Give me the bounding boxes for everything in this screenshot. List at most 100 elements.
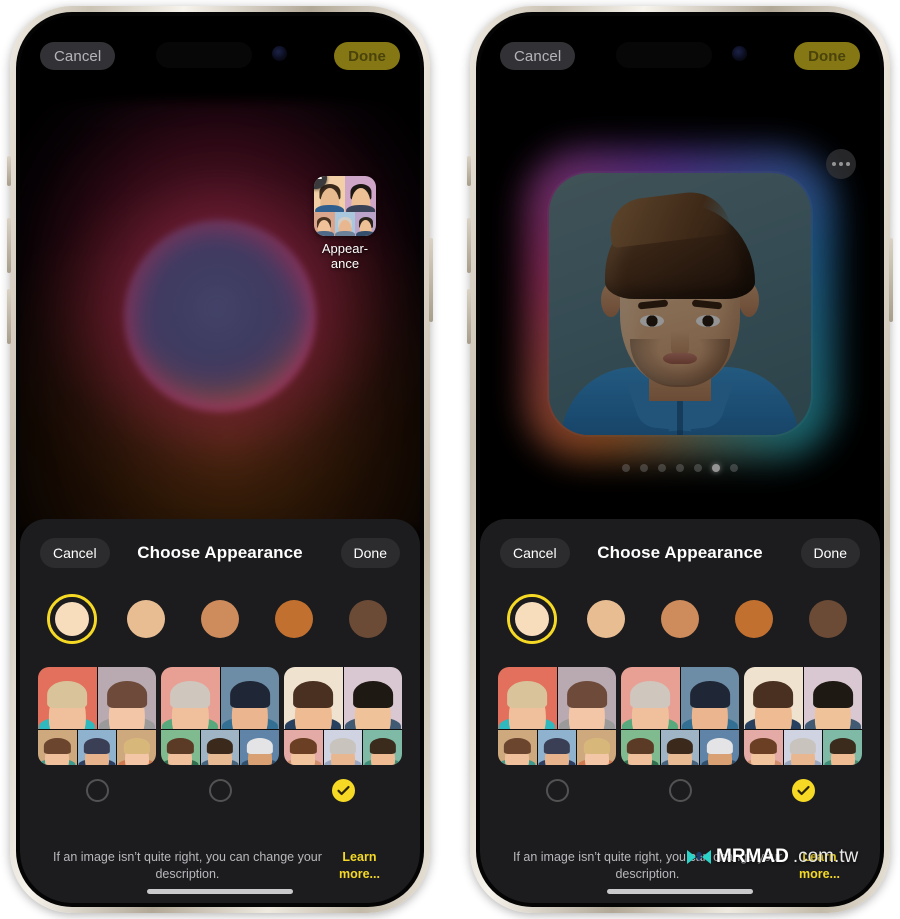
learn-more-link[interactable]: Learn more... bbox=[327, 849, 392, 883]
face-thumbnail bbox=[240, 730, 279, 765]
style-radio-3[interactable] bbox=[791, 779, 815, 802]
phone-left: Appear- ance Cancel Done Cancel Choose A… bbox=[7, 6, 433, 913]
skin-tone-swatch-3[interactable] bbox=[194, 593, 246, 645]
power-button[interactable] bbox=[889, 238, 893, 322]
chip-tile bbox=[355, 212, 376, 236]
face-thumbnail bbox=[577, 730, 616, 765]
skin-tone-swatch-4[interactable] bbox=[728, 593, 780, 645]
style-option-1[interactable] bbox=[498, 667, 616, 802]
face-thumbnail-row bbox=[498, 730, 616, 765]
style-card-row-right bbox=[494, 645, 866, 802]
sheet-cancel-button[interactable]: Cancel bbox=[500, 538, 570, 568]
face-thumbnail bbox=[744, 667, 803, 729]
footer-text: If an image isn’t quite right, you can c… bbox=[52, 850, 322, 881]
face-thumbnail-row bbox=[744, 730, 862, 765]
cancel-button-top[interactable]: Cancel bbox=[500, 42, 576, 70]
skin-tone-swatch-2[interactable] bbox=[580, 593, 632, 645]
style-option-3[interactable] bbox=[284, 667, 402, 802]
chip-tile bbox=[345, 176, 376, 212]
mrmad-logo-icon bbox=[687, 850, 711, 864]
style-option-1[interactable] bbox=[38, 667, 156, 802]
watermark: MRMAD .com.tw bbox=[686, 846, 858, 868]
volume-up-button[interactable] bbox=[7, 218, 11, 273]
style-option-2[interactable] bbox=[621, 667, 739, 802]
done-button-top[interactable]: Done bbox=[334, 42, 400, 70]
sheet-header-right: Cancel Choose Appearance Done bbox=[494, 531, 866, 575]
watermark-brand: MRMAD bbox=[716, 846, 789, 867]
face-thumbnail bbox=[744, 730, 783, 765]
front-camera-icon bbox=[732, 46, 747, 61]
face-thumbnail bbox=[621, 730, 660, 765]
face-thumbnail bbox=[700, 730, 739, 765]
face-thumbnail bbox=[38, 667, 97, 729]
style-radio-2[interactable] bbox=[208, 779, 232, 802]
style-option-3[interactable] bbox=[744, 667, 862, 802]
skin-tone-swatch-5[interactable] bbox=[802, 593, 854, 645]
face-thumbnail bbox=[498, 730, 537, 765]
cancel-button-top[interactable]: Cancel bbox=[40, 42, 116, 70]
power-button[interactable] bbox=[429, 238, 433, 322]
volume-down-button[interactable] bbox=[7, 289, 11, 344]
style-radio-2[interactable] bbox=[668, 779, 692, 802]
skin-tone-swatch-1[interactable] bbox=[46, 593, 98, 645]
choose-appearance-sheet-left: Cancel Choose Appearance Done If an imag… bbox=[20, 519, 420, 903]
face-thumbnail-row bbox=[38, 730, 156, 765]
dynamic-island bbox=[156, 42, 252, 68]
topbar-right: Cancel Done bbox=[480, 16, 880, 102]
face-thumbnail bbox=[161, 667, 220, 729]
chip-tile bbox=[334, 212, 356, 236]
watermark-suffix: .com.tw bbox=[792, 846, 859, 867]
face-thumbnail bbox=[161, 730, 200, 765]
style-card-thumbnails bbox=[284, 667, 402, 765]
face-thumbnail-row bbox=[621, 730, 739, 765]
screenshot-root: Appear- ance Cancel Done Cancel Choose A… bbox=[0, 0, 900, 919]
phone-right: Cancel Done Cancel Choose Appearance Don… bbox=[467, 6, 893, 913]
style-radio-1[interactable] bbox=[545, 779, 569, 802]
appearance-chip[interactable]: Appear- ance bbox=[312, 176, 378, 271]
skin-tone-swatch-5[interactable] bbox=[342, 593, 394, 645]
style-radio-3[interactable] bbox=[331, 779, 355, 802]
silent-switch[interactable] bbox=[467, 156, 471, 186]
chip-label-line1: Appear- bbox=[321, 241, 369, 256]
face-thumbnail bbox=[323, 730, 363, 765]
silent-switch[interactable] bbox=[7, 156, 11, 186]
face-thumbnail bbox=[77, 730, 117, 765]
style-card-thumbnails bbox=[38, 667, 156, 765]
face-thumbnail bbox=[680, 667, 739, 729]
volume-up-button[interactable] bbox=[467, 218, 471, 273]
skin-tone-swatch-1[interactable] bbox=[506, 593, 558, 645]
style-radio-1[interactable] bbox=[85, 779, 109, 802]
face-thumbnail bbox=[783, 730, 823, 765]
sheet-title: Choose Appearance bbox=[137, 543, 303, 562]
home-indicator[interactable] bbox=[147, 889, 293, 894]
home-indicator[interactable] bbox=[607, 889, 753, 894]
face-thumbnail bbox=[343, 667, 402, 729]
face-thumbnail bbox=[823, 730, 862, 765]
front-camera-icon bbox=[272, 46, 287, 61]
skin-tone-swatch-3[interactable] bbox=[654, 593, 706, 645]
sheet-cancel-button[interactable]: Cancel bbox=[40, 538, 110, 568]
face-thumbnail-row bbox=[284, 730, 402, 765]
sheet-done-button[interactable]: Done bbox=[800, 538, 860, 568]
sheet-header-left: Cancel Choose Appearance Done bbox=[34, 531, 406, 575]
appearance-chip-label: Appear- ance bbox=[322, 241, 368, 271]
face-thumbnail bbox=[97, 667, 156, 729]
face-thumbnail bbox=[363, 730, 402, 765]
skin-tone-swatch-4[interactable] bbox=[268, 593, 320, 645]
phone-screen-right: Cancel Done Cancel Choose Appearance Don… bbox=[480, 16, 880, 903]
face-thumbnail bbox=[498, 667, 557, 729]
phone-bezel-right: Cancel Done Cancel Choose Appearance Don… bbox=[476, 12, 884, 907]
sheet-done-button[interactable]: Done bbox=[340, 538, 400, 568]
face-thumbnail bbox=[200, 730, 240, 765]
face-thumbnail bbox=[621, 667, 680, 729]
face-thumbnail bbox=[803, 667, 862, 729]
face-thumbnail bbox=[117, 730, 156, 765]
skin-tone-swatch-2[interactable] bbox=[120, 593, 172, 645]
style-option-2[interactable] bbox=[161, 667, 279, 802]
style-card-thumbnails bbox=[498, 667, 616, 765]
face-thumbnail-row bbox=[161, 730, 279, 765]
skin-tone-row-left bbox=[34, 575, 406, 645]
done-button-top[interactable]: Done bbox=[794, 42, 860, 70]
volume-down-button[interactable] bbox=[467, 289, 471, 344]
style-card-row-left bbox=[34, 645, 406, 802]
